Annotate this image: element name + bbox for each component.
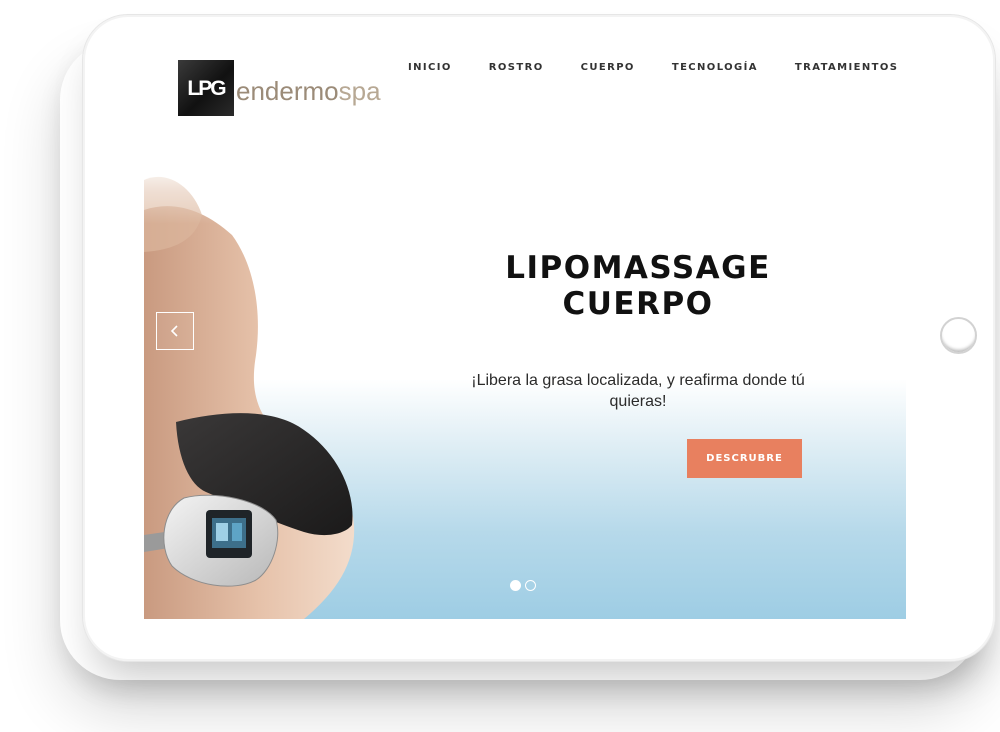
hero-subtitle: ¡Libera la grasa localizada, y reafirma … bbox=[471, 372, 805, 410]
hero-title: LIPOMASSAGE CUERPO bbox=[464, 250, 812, 322]
chevron-left-icon bbox=[170, 325, 178, 337]
slider-dot-2[interactable] bbox=[525, 580, 536, 591]
logo-text-light: spa bbox=[338, 75, 381, 106]
slider-prev-button[interactable] bbox=[156, 312, 194, 350]
website-screen: LPG endermospa INICIO ROSTRO CUERPO TECN… bbox=[144, 40, 906, 619]
nav-item-rostro[interactable]: ROSTRO bbox=[489, 62, 544, 73]
site-header: LPG endermospa INICIO ROSTRO CUERPO TECN… bbox=[144, 40, 906, 140]
body-treatment-image bbox=[144, 160, 374, 619]
slider-pagination bbox=[510, 580, 536, 591]
nav-item-tecnologia[interactable]: TECNOLOGÍA bbox=[672, 62, 758, 73]
descubre-button[interactable]: DESCRUBRE bbox=[687, 439, 802, 478]
hero-title-line2: CUERPO bbox=[562, 286, 714, 322]
nav-item-cuerpo[interactable]: CUERPO bbox=[581, 62, 635, 73]
home-button-icon[interactable] bbox=[940, 317, 977, 354]
slider-dot-1[interactable] bbox=[510, 580, 521, 591]
logo-mark: LPG bbox=[178, 60, 234, 116]
logo-wordmark: endermospa bbox=[236, 70, 381, 107]
nav-item-inicio[interactable]: INICIO bbox=[408, 62, 452, 73]
site-logo[interactable]: LPG endermospa bbox=[178, 60, 381, 116]
device-mockup: LPG endermospa INICIO ROSTRO CUERPO TECN… bbox=[0, 0, 1000, 732]
nav-item-tratamientos[interactable]: TRATAMIENTOS bbox=[795, 62, 898, 73]
logo-text-dark: endermo bbox=[236, 75, 339, 106]
main-nav: INICIO ROSTRO CUERPO TECNOLOGÍA TRATAMIE… bbox=[408, 62, 906, 73]
hero-slider: LIPOMASSAGE CUERPO ¡Libera la grasa loca… bbox=[144, 140, 906, 619]
hero-title-line1: LIPOMASSAGE bbox=[505, 250, 771, 286]
